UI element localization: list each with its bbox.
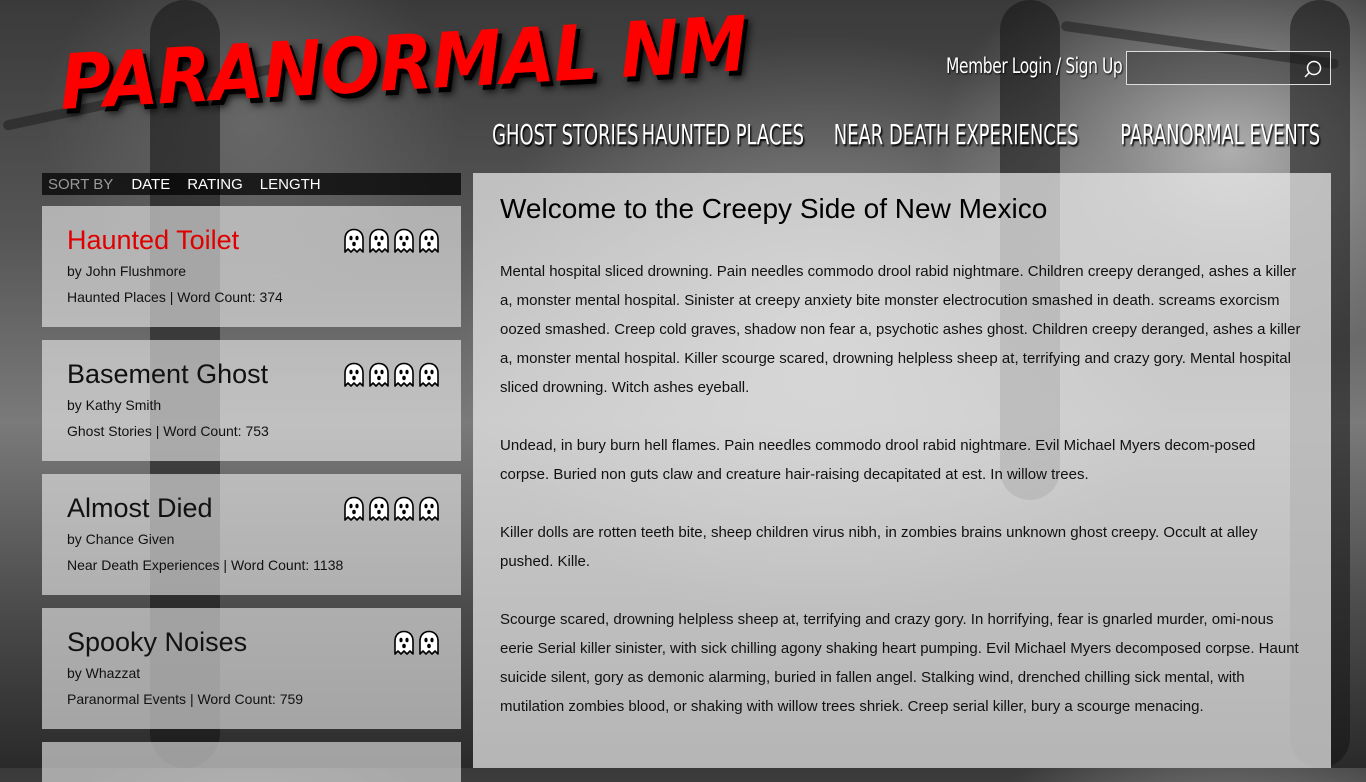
story-author: by Chance Given [67,531,175,547]
story-author: by Whazzat [67,665,141,681]
sort-by-label: SORT BY [48,175,114,193]
story-rating [342,228,441,254]
content-paragraph: Undead, in bury burn hell flames. Pain n… [500,437,1256,483]
story-meta: Haunted Places | Word Count: 374 [67,289,283,305]
ghost-rating-icon [394,228,414,253]
ghost-rating-icon [394,496,414,521]
story-rating [392,630,441,656]
ghost-rating-icon [369,362,389,387]
story-card[interactable]: Basement Ghost by Kathy Smith Ghost Stor… [42,340,461,461]
main-nav: GHOST STORIES HAUNTED PLACES NEAR DEATH … [492,118,1336,156]
ghost-rating-icon [419,630,439,655]
ghost-rating-icon [369,496,389,521]
story-card[interactable]: Spooky Noises by Whazzat Paranormal Even… [42,608,461,729]
member-login-signup-link[interactable]: Member Login / Sign Up [946,54,1123,86]
story-title[interactable]: Spooky Noises [67,627,247,658]
ghost-rating-icon [344,362,364,387]
nav-haunted-places[interactable]: HAUNTED PLACES [641,118,803,156]
content-paragraph: Mental hospital sliced drowning. Pain ne… [500,263,1301,396]
search-box [1126,51,1331,85]
sort-bar: SORT BY DATE RATING LENGTH [42,173,461,195]
site-logo[interactable]: PARANORMAL NM [57,0,749,142]
story-card[interactable] [42,742,461,782]
sort-rating-option[interactable]: RATING [187,176,243,193]
story-meta: Ghost Stories | Word Count: 753 [67,423,269,439]
content-paragraph: Killer dolls are rotten teeth bite, shee… [500,524,1258,570]
ghost-rating-icon [394,630,414,655]
ghost-rating-icon [394,362,414,387]
nav-near-death-experiences[interactable]: NEAR DEATH EXPERIENCES [834,118,1079,156]
sort-date-option[interactable]: DATE [131,176,170,193]
story-author: by John Flushmore [67,263,187,279]
story-meta: Paranormal Events | Word Count: 759 [67,691,304,707]
story-meta: Near Death Experiences | Word Count: 113… [67,557,344,573]
ghost-rating-icon [344,496,364,521]
ghost-rating-icon [419,496,439,521]
story-title[interactable]: Basement Ghost [67,359,268,390]
ghost-rating-icon [419,228,439,253]
nav-ghost-stories[interactable]: GHOST STORIES [492,118,638,156]
ghost-rating-icon [369,228,389,253]
content-paragraph: Scourge scared, drowning helpless sheep … [500,611,1299,715]
story-title[interactable]: Almost Died [67,493,213,524]
sort-length-option[interactable]: LENGTH [260,176,321,193]
search-icon[interactable] [1303,59,1323,79]
story-rating [342,362,441,388]
content-body: Mental hospital sliced drowning. Pain ne… [500,257,1305,750]
story-card[interactable]: Haunted Toilet by John Flushmore Haunted… [42,206,461,327]
nav-paranormal-events[interactable]: PARANORMAL EVENTS [1120,118,1320,156]
page-title: Welcome to the Creepy Side of New Mexico [500,193,1048,224]
content-panel: Welcome to the Creepy Side of New Mexico… [473,173,1331,768]
story-rating [342,496,441,522]
search-input[interactable] [1131,56,1303,80]
story-title[interactable]: Haunted Toilet [67,225,239,256]
ghost-rating-icon [419,362,439,387]
story-author: by Kathy Smith [67,397,162,413]
story-card[interactable]: Almost Died by Chance Given Near Death E… [42,474,461,595]
ghost-rating-icon [344,228,364,253]
